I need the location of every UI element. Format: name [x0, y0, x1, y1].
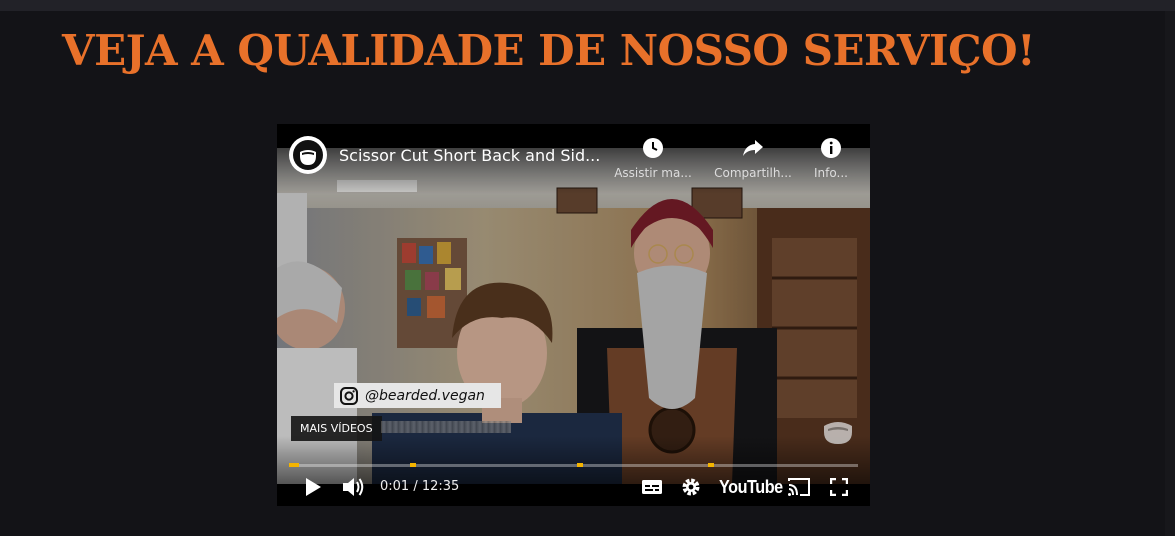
subtitles-icon	[642, 480, 662, 494]
watch-later-button[interactable]: Assistir ma...	[610, 136, 696, 180]
top-bar	[0, 0, 1175, 11]
watch-later-icon	[643, 138, 663, 158]
chapter-marker[interactable]	[410, 463, 416, 467]
info-label: Info...	[814, 166, 848, 180]
cast-icon	[788, 478, 810, 496]
share-button[interactable]: Compartilh...	[710, 136, 796, 180]
chapter-marker[interactable]	[289, 463, 299, 467]
info-icon	[821, 138, 841, 158]
youtube-logo[interactable]: YouTube	[719, 477, 783, 498]
channel-avatar[interactable]	[289, 136, 327, 174]
share-label: Compartilh...	[714, 166, 792, 180]
more-videos-strip	[381, 421, 511, 433]
watch-later-label: Assistir ma...	[614, 166, 692, 180]
info-button[interactable]: Info...	[807, 136, 855, 180]
time-display: 0:01 / 12:35	[380, 479, 460, 494]
play-icon	[306, 478, 321, 496]
fullscreen-icon	[830, 478, 848, 496]
youtube-embed-player[interactable]: Scissor Cut Short Back and Sid... Assist…	[277, 124, 870, 506]
instagram-handle: @bearded.vegan	[365, 387, 485, 404]
channel-watermark-icon[interactable]	[822, 420, 854, 446]
subtitles-button[interactable]	[639, 474, 665, 500]
page-heading: VEJA A QUALIDADE DE NOSSO SERVIÇO!	[62, 26, 1036, 75]
settings-button[interactable]	[678, 474, 704, 500]
volume-icon	[343, 478, 364, 496]
progress-bar[interactable]	[289, 463, 858, 467]
fullscreen-button[interactable]	[826, 474, 852, 500]
chapter-marker[interactable]	[577, 463, 583, 467]
share-icon	[743, 140, 763, 156]
chapter-marker[interactable]	[708, 463, 714, 467]
mute-button[interactable]	[339, 474, 367, 500]
gear-icon	[682, 478, 700, 496]
instagram-icon	[340, 386, 358, 405]
cast-button[interactable]	[785, 474, 813, 500]
video-title[interactable]: Scissor Cut Short Back and Sid...	[339, 146, 600, 165]
more-videos-button[interactable]: MAIS VÍDEOS	[291, 416, 382, 441]
instagram-overlay: @bearded.vegan	[334, 383, 501, 408]
scrollbar-track[interactable]	[1165, 11, 1175, 536]
control-bar: 0:01 / 12:35 YouTube	[277, 474, 870, 506]
beard-logo-icon	[293, 140, 323, 170]
play-button[interactable]	[300, 474, 326, 500]
